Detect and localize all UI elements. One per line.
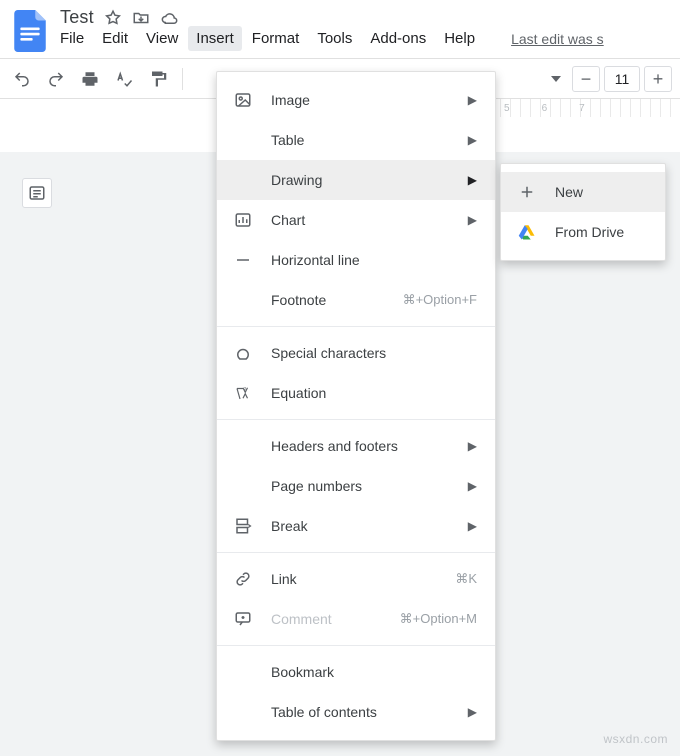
insert-menu-item-toc[interactable]: Table of contents ▶: [217, 692, 495, 732]
menu-item-label: Chart: [271, 212, 459, 228]
insert-menu-item-pagenums[interactable]: Page numbers ▶: [217, 466, 495, 506]
font-size-increase[interactable]: +: [644, 66, 672, 92]
menu-item-label: Horizontal line: [271, 252, 477, 268]
menu-edit[interactable]: Edit: [102, 30, 128, 47]
insert-menu-item-headers[interactable]: Headers and footers ▶: [217, 426, 495, 466]
menu-view[interactable]: View: [146, 30, 178, 47]
chevron-right-icon: ▶: [467, 479, 477, 493]
last-edit-link[interactable]: Last edit was s: [511, 31, 604, 47]
footnote-icon: [233, 290, 253, 310]
menu-item-label: New: [555, 184, 649, 200]
image-icon: [233, 90, 253, 110]
comment-icon: [233, 609, 253, 629]
menu-item-label: Break: [271, 518, 459, 534]
chevron-right-icon: ▶: [467, 133, 477, 147]
plus-icon: [517, 182, 537, 202]
drawing-submenu: New From Drive: [500, 163, 666, 261]
menu-item-label: Footnote: [271, 292, 403, 308]
drawing-menu-item-fromdrive[interactable]: From Drive: [501, 212, 665, 252]
chart-icon: [233, 210, 253, 230]
hr-icon: [233, 250, 253, 270]
insert-menu-item-link[interactable]: Link⌘K: [217, 559, 495, 599]
menu-item-shortcut: ⌘+Option+F: [403, 292, 477, 308]
menu-item-label: From Drive: [555, 224, 649, 240]
star-icon[interactable]: [104, 9, 122, 27]
menu-item-label: Page numbers: [271, 478, 459, 494]
chevron-right-icon: ▶: [467, 173, 477, 187]
cloud-icon[interactable]: [160, 9, 178, 27]
menu-separator: [217, 326, 495, 327]
insert-menu-item-table[interactable]: Table ▶: [217, 120, 495, 160]
menu-item-label: Special characters: [271, 345, 477, 361]
chevron-right-icon: ▶: [467, 93, 477, 107]
menu-item-label: Table of contents: [271, 704, 459, 720]
chevron-right-icon: ▶: [467, 705, 477, 719]
insert-menu-item-break[interactable]: Break ▶: [217, 506, 495, 546]
menu-item-shortcut: ⌘K: [455, 571, 477, 587]
drive-icon: [517, 222, 537, 242]
redo-button[interactable]: [42, 65, 70, 93]
break-icon: [233, 516, 253, 536]
insert-menu-item-hr[interactable]: Horizontal line: [217, 240, 495, 280]
font-size-decrease[interactable]: −: [572, 66, 600, 92]
menu-file[interactable]: File: [60, 30, 84, 47]
undo-button[interactable]: [8, 65, 36, 93]
menu-item-shortcut: ⌘+Option+M: [400, 611, 477, 627]
insert-menu-item-image[interactable]: Image ▶: [217, 80, 495, 120]
menu-help[interactable]: Help: [444, 30, 475, 47]
dropdown-caret-icon[interactable]: [546, 76, 566, 82]
drawing-menu-item-new[interactable]: New: [501, 172, 665, 212]
menu-tools[interactable]: Tools: [317, 30, 352, 47]
watermark: wsxdn.com: [603, 732, 668, 746]
ruler-tick-label: 5: [504, 103, 510, 114]
drawing-icon: [233, 170, 253, 190]
menu-item-label: Equation: [271, 385, 477, 401]
insert-menu-item-chart[interactable]: Chart ▶: [217, 200, 495, 240]
link-icon: [233, 569, 253, 589]
paint-format-button[interactable]: [144, 65, 172, 93]
docs-logo[interactable]: [10, 6, 50, 56]
headers-icon: [233, 436, 253, 456]
equation-icon: 2: [233, 383, 253, 403]
menu-insert[interactable]: Insert: [188, 26, 242, 51]
menu-separator: [217, 552, 495, 553]
menu-item-label: Bookmark: [271, 664, 477, 680]
insert-menu-item-equation[interactable]: 2 Equation: [217, 373, 495, 413]
spellcheck-button[interactable]: [110, 65, 138, 93]
insert-menu-item-special[interactable]: Special characters: [217, 333, 495, 373]
menu-item-label: Headers and footers: [271, 438, 459, 454]
outline-toggle-button[interactable]: [22, 178, 52, 208]
print-button[interactable]: [76, 65, 104, 93]
menu-item-label: Table: [271, 132, 459, 148]
menu-separator: [217, 645, 495, 646]
insert-menu-item-footnote[interactable]: Footnote⌘+Option+F: [217, 280, 495, 320]
menu-item-label: Link: [271, 571, 455, 587]
insert-menu-item-comment: Comment⌘+Option+M: [217, 599, 495, 639]
table-icon: [233, 130, 253, 150]
pagenums-icon: [233, 476, 253, 496]
chevron-right-icon: ▶: [467, 213, 477, 227]
toc-icon: [233, 702, 253, 722]
bookmark-icon: [233, 662, 253, 682]
insert-menu-item-drawing[interactable]: Drawing ▶: [217, 160, 495, 200]
ruler-tick-label: 6: [542, 103, 548, 114]
insert-menu: Image ▶ Table ▶ Drawing ▶ Chart ▶ Horizontal lin…: [216, 71, 496, 741]
font-size-value[interactable]: 11: [604, 66, 640, 92]
menu-addons[interactable]: Add-ons: [370, 30, 426, 47]
menu-format[interactable]: Format: [252, 30, 300, 47]
chevron-right-icon: ▶: [467, 439, 477, 453]
move-icon[interactable]: [132, 9, 150, 27]
doc-title[interactable]: Test: [60, 7, 94, 28]
insert-menu-item-bookmark[interactable]: Bookmark: [217, 652, 495, 692]
menu-bar: File Edit View Insert Format Tools Add-o…: [56, 28, 670, 55]
menu-item-label: Drawing: [271, 172, 459, 188]
ruler-tick-label: 7: [579, 103, 585, 114]
menu-item-label: Image: [271, 92, 459, 108]
menu-item-label: Comment: [271, 611, 400, 627]
menu-separator: [217, 419, 495, 420]
chevron-right-icon: ▶: [467, 519, 477, 533]
special-icon: [233, 343, 253, 363]
